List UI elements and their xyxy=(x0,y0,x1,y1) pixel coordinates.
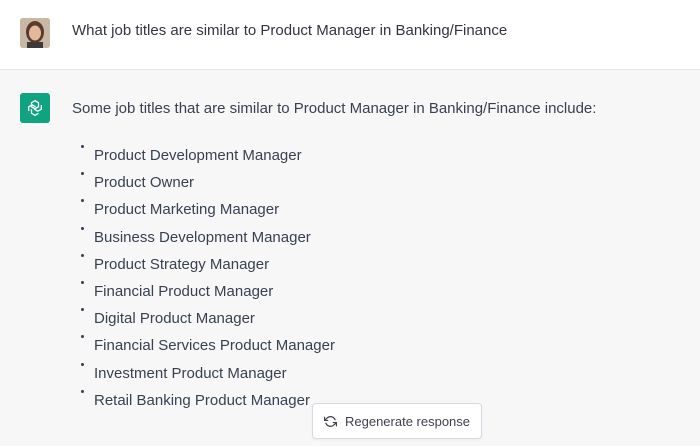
list-item: Financial Product Manager xyxy=(72,280,335,310)
list-item-label: Financial Product Manager xyxy=(94,282,274,300)
list-item-label: Product Development Manager xyxy=(94,147,302,164)
user-avatar xyxy=(20,18,50,48)
user-avatar-image xyxy=(20,18,50,48)
bullet-icon xyxy=(81,335,84,339)
list-item-label: Investment Product Manager xyxy=(94,364,287,382)
assistant-message-row: Some job titles that are similar to Prod… xyxy=(0,71,700,446)
regenerate-response-button[interactable]: Regenerate response xyxy=(312,403,482,439)
list-item: Product Development Manager xyxy=(72,145,335,174)
user-message-text: What job titles are similar to Product M… xyxy=(72,22,508,39)
assistant-intro-text: Some job titles that are similar to Prod… xyxy=(72,100,597,117)
list-item: Product Strategy Manager xyxy=(72,253,335,283)
list-item-label: Product Strategy Manager xyxy=(94,255,270,273)
list-item: Product Owner xyxy=(72,172,335,201)
refresh-icon xyxy=(323,415,337,428)
list-item: Investment Product Manager xyxy=(72,362,335,392)
list-item: Retail Banking Product Manager xyxy=(72,389,335,419)
list-item-label: Retail Banking Product Manager xyxy=(94,391,310,409)
list-item: Product Marketing Manager xyxy=(72,199,335,228)
job-titles-list: Product Development Manager Product Owne… xyxy=(72,145,335,419)
bullet-icon xyxy=(81,362,84,366)
list-item-label: Business Development Manager xyxy=(94,228,311,246)
list-item: Business Development Manager xyxy=(72,226,335,256)
bullet-icon xyxy=(81,308,84,312)
bullet-icon xyxy=(81,253,84,257)
openai-logo-icon xyxy=(20,93,50,123)
list-item-label: Digital Product Manager xyxy=(94,310,255,328)
bullet-icon xyxy=(81,145,84,148)
user-message-row: What job titles are similar to Product M… xyxy=(0,0,700,70)
list-item: Digital Product Manager xyxy=(72,308,335,337)
list-item-label: Product Owner xyxy=(94,174,195,192)
bullet-icon xyxy=(81,199,84,203)
regenerate-response-label: Regenerate response xyxy=(344,413,471,429)
list-item: Financial Services Product Manager xyxy=(72,335,335,364)
list-item-label: Financial Services Product Manager xyxy=(94,337,335,355)
list-item-label: Product Marketing Manager xyxy=(94,201,280,219)
bullet-icon xyxy=(81,280,84,284)
bullet-icon xyxy=(81,389,84,393)
bullet-icon xyxy=(81,226,84,230)
bullet-icon xyxy=(81,172,84,176)
